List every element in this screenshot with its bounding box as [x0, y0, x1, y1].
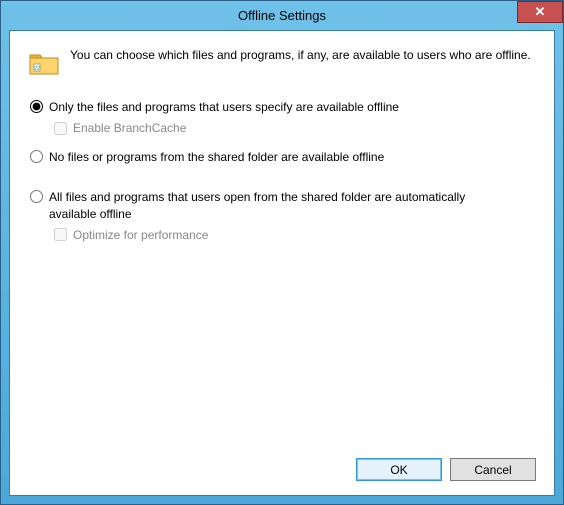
svg-text:22: 22 — [34, 66, 40, 72]
checkbox-label-optimize: Optimize for performance — [73, 228, 208, 242]
checkbox-input-branchcache — [54, 122, 67, 135]
ok-button[interactable]: OK — [356, 458, 442, 481]
cancel-button[interactable]: Cancel — [450, 458, 536, 481]
header-row: 22 You can choose which files and progra… — [28, 47, 536, 79]
checkbox-optimize: Optimize for performance — [54, 228, 536, 242]
checkbox-branchcache: Enable BranchCache — [54, 121, 536, 135]
dialog-content: 22 You can choose which files and progra… — [9, 30, 555, 496]
radio-label-all-auto: All files and programs that users open f… — [49, 189, 489, 221]
window-title: Offline Settings — [1, 8, 563, 23]
close-button[interactable]: ✕ — [517, 1, 563, 23]
dialog-buttons: OK Cancel — [28, 458, 536, 481]
radio-label-none: No files or programs from the shared fol… — [49, 149, 384, 165]
radio-input-all-auto[interactable] — [30, 190, 43, 203]
titlebar: Offline Settings ✕ — [1, 1, 563, 30]
radio-option-none[interactable]: No files or programs from the shared fol… — [30, 149, 536, 165]
folder-share-icon: 22 — [28, 47, 60, 79]
dialog-description: You can choose which files and programs,… — [70, 47, 536, 63]
radio-label-user-specified: Only the files and programs that users s… — [49, 99, 399, 115]
radio-option-user-specified[interactable]: Only the files and programs that users s… — [30, 99, 536, 115]
checkbox-input-optimize — [54, 228, 67, 241]
close-icon: ✕ — [535, 4, 546, 20]
checkbox-label-branchcache: Enable BranchCache — [73, 121, 186, 135]
offline-options: Only the files and programs that users s… — [30, 99, 536, 256]
radio-input-none[interactable] — [30, 150, 43, 163]
radio-option-all-auto[interactable]: All files and programs that users open f… — [30, 189, 536, 221]
radio-input-user-specified[interactable] — [30, 100, 43, 113]
dialog-window: Offline Settings ✕ 22 You can choose whi… — [0, 0, 564, 505]
